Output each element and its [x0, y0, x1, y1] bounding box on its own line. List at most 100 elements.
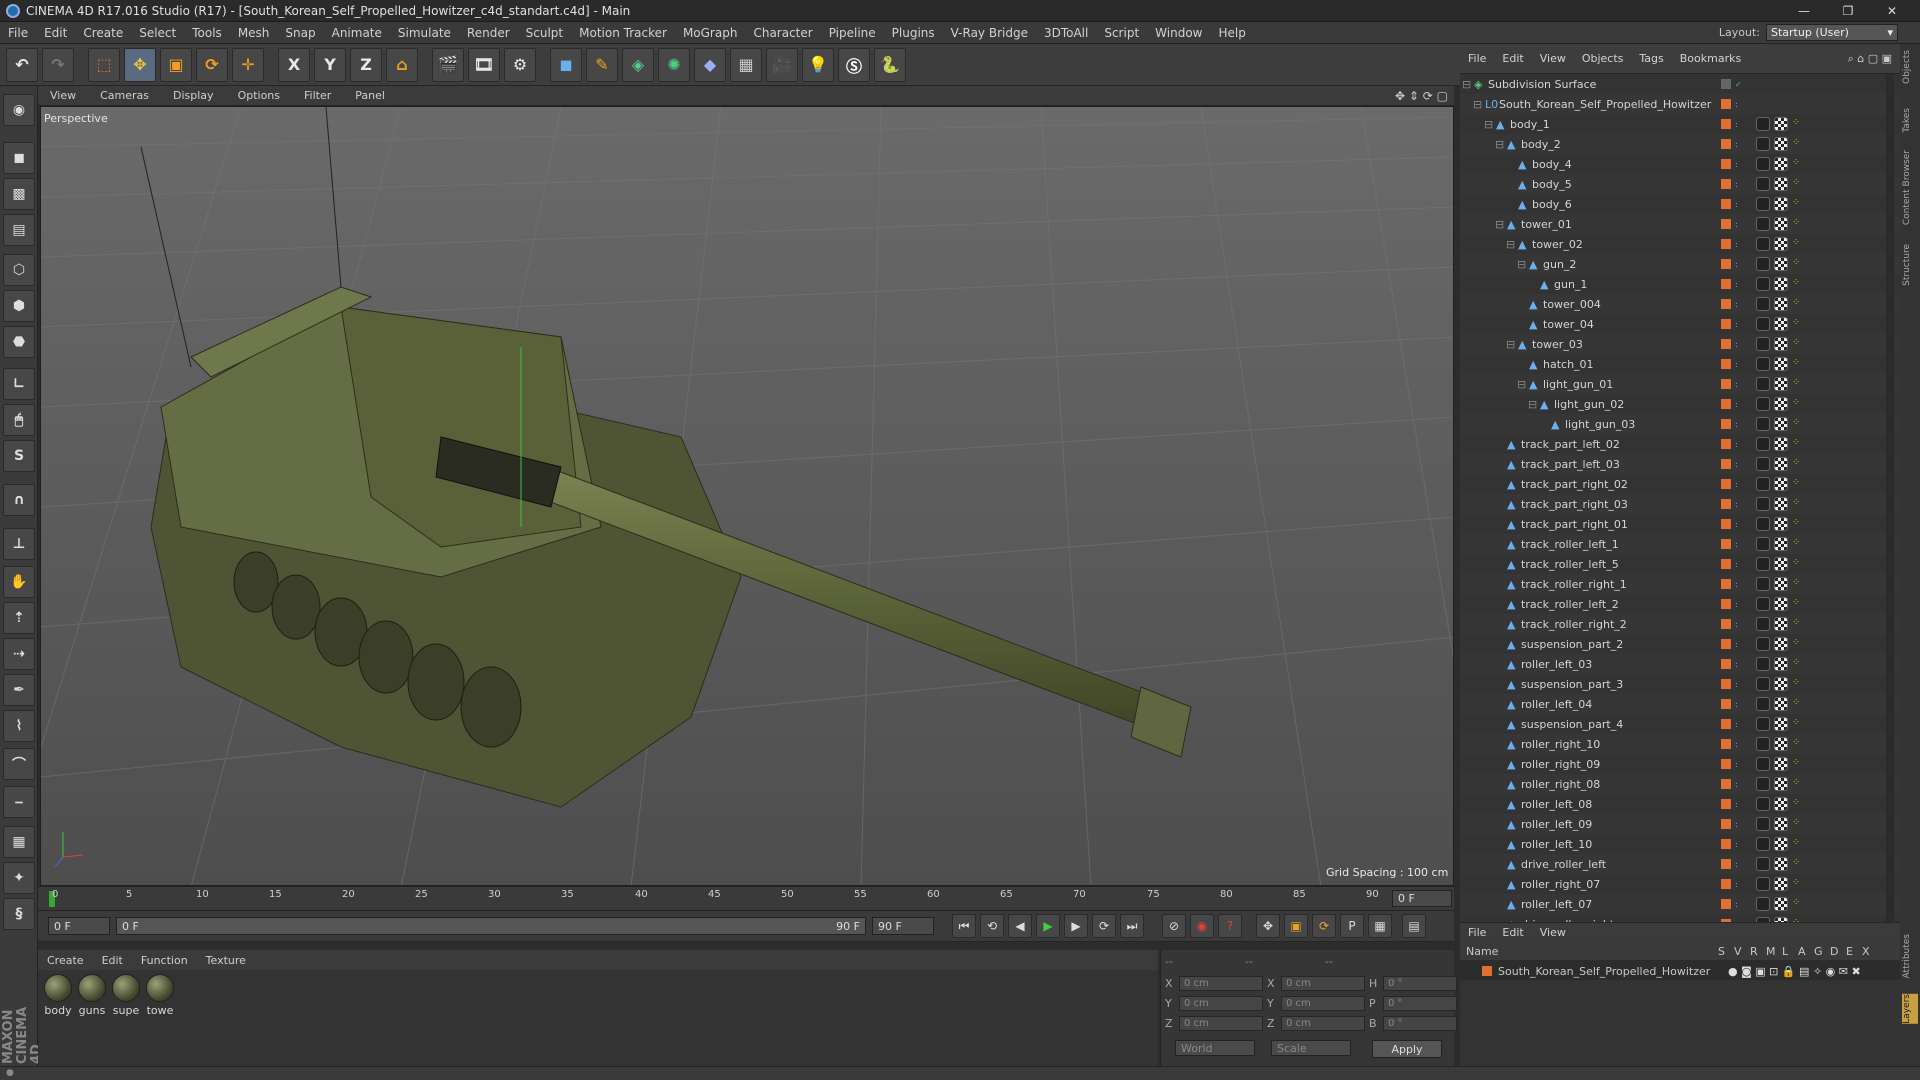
object-tree-row[interactable]: ▲ track_part_left_02: ⁘	[1460, 434, 1900, 454]
uvw-tag-icon[interactable]	[1774, 117, 1788, 131]
workplane-axis-icon[interactable]: ⊥	[3, 528, 35, 560]
uvw-tag-icon[interactable]	[1774, 817, 1788, 831]
object-tree-row[interactable]: ▲ drive_roller_left: ⁘	[1460, 854, 1900, 874]
layer-color-icon[interactable]	[1721, 659, 1731, 669]
object-tree-row[interactable]: ▲ roller_left_03: ⁘	[1460, 654, 1900, 674]
uvw-tag-icon[interactable]	[1774, 837, 1788, 851]
object-tree-row[interactable]: ▲ body_5: ⁘	[1460, 174, 1900, 194]
material-tag-icon[interactable]	[1756, 477, 1770, 491]
restore-button[interactable]: ❐	[1826, 0, 1870, 22]
camera-icon[interactable]: 🎥	[766, 47, 798, 82]
menu-script[interactable]: Script	[1096, 26, 1147, 40]
object-menu-file[interactable]: File	[1460, 52, 1494, 65]
material-tag-icon[interactable]	[1756, 157, 1770, 171]
layer-color-icon[interactable]	[1721, 419, 1731, 429]
layer-color-icon[interactable]	[1721, 319, 1731, 329]
object-tree-row[interactable]: ▲ track_roller_right_2: ⁘	[1460, 614, 1900, 634]
visibility-dots-icon[interactable]: :	[1735, 560, 1738, 569]
object-tree-row[interactable]: ▲ roller_left_07: ⁘	[1460, 894, 1900, 914]
layer-color-icon[interactable]	[1721, 559, 1731, 569]
close-button[interactable]: ✕	[1870, 0, 1914, 22]
selection-tag-icon[interactable]: ⁘	[1792, 377, 1806, 391]
visibility-dots-icon[interactable]: :	[1735, 540, 1738, 549]
material-tag-icon[interactable]	[1756, 677, 1770, 691]
pen-icon[interactable]: ✎	[586, 47, 618, 82]
move-alt-icon[interactable]: ✛	[232, 47, 264, 82]
visibility-dots-icon[interactable]: :	[1735, 180, 1738, 189]
sculpt-relax-icon[interactable]: ⇢	[3, 638, 35, 670]
object-name[interactable]: roller_left_04	[1521, 698, 1592, 711]
expand-toggle-icon[interactable]: ⊟	[1473, 98, 1482, 111]
object-name[interactable]: gun_1	[1554, 278, 1587, 291]
layer-color-icon[interactable]	[1721, 799, 1731, 809]
undo-icon[interactable]: ↶	[6, 47, 38, 82]
rotation-h-field[interactable]: 0 °	[1383, 975, 1457, 991]
object-name[interactable]: tower_004	[1543, 298, 1601, 311]
position-y-field[interactable]: 0 cm	[1179, 995, 1263, 1011]
menu-plugins[interactable]: Plugins	[884, 26, 943, 40]
selection-tag-icon[interactable]: ⁘	[1792, 597, 1806, 611]
uvw-tag-icon[interactable]	[1774, 177, 1788, 191]
uvw-tag-icon[interactable]	[1774, 877, 1788, 891]
make-editable-icon[interactable]: ◉	[3, 94, 35, 126]
render-picture-queue-icon[interactable]: 🎞	[468, 47, 500, 82]
layer-color-icon[interactable]	[1721, 819, 1731, 829]
material-tag-icon[interactable]	[1756, 577, 1770, 591]
material-menu-create[interactable]: Create	[38, 954, 93, 967]
prev-frame-icon[interactable]: ◀	[1008, 914, 1032, 938]
material-tag-icon[interactable]	[1756, 377, 1770, 391]
object-name[interactable]: roller_right_10	[1521, 738, 1600, 751]
object-tree-row[interactable]: ▲ track_roller_left_5: ⁘	[1460, 554, 1900, 574]
expand-toggle-icon[interactable]: ⊟	[1506, 338, 1515, 351]
autokey-icon[interactable]: ◉	[1190, 914, 1214, 938]
selection-tag-icon[interactable]: ⁘	[1792, 437, 1806, 451]
keyframe-selection-icon[interactable]: ?	[1218, 914, 1242, 938]
cube-icon[interactable]: ◼	[550, 47, 582, 82]
uvw-tag-icon[interactable]	[1774, 237, 1788, 251]
object-name[interactable]: suspension_part_4	[1521, 718, 1623, 731]
expand-toggle-icon[interactable]: ⊟	[1517, 258, 1526, 271]
selection-tag-icon[interactable]: ⁘	[1792, 217, 1806, 231]
viewport-nav-icons[interactable]: ✥ ⇕ ⟳ ▢	[1395, 89, 1448, 103]
layer-menu-view[interactable]: View	[1532, 926, 1574, 939]
object-tree-row[interactable]: ▲ tower_04: ⁘	[1460, 314, 1900, 334]
side-tab-structure[interactable]: Structure	[1902, 244, 1918, 286]
material-tag-icon[interactable]	[1756, 597, 1770, 611]
menu-window[interactable]: Window	[1147, 26, 1210, 40]
object-tree-row[interactable]: ▲ track_part_right_01: ⁘	[1460, 514, 1900, 534]
object-tree-row[interactable]: ▲ roller_left_08: ⁘	[1460, 794, 1900, 814]
layer-color-icon[interactable]	[1721, 279, 1731, 289]
object-name[interactable]: roller_left_09	[1521, 818, 1592, 831]
layer-color-icon[interactable]	[1721, 179, 1731, 189]
visibility-dots-icon[interactable]: :	[1735, 520, 1738, 529]
material-tag-icon[interactable]	[1756, 797, 1770, 811]
object-name[interactable]: track_roller_right_1	[1521, 578, 1627, 591]
object-tree-row[interactable]: ▲ roller_right_08: ⁘	[1460, 774, 1900, 794]
layer-color-icon[interactable]	[1721, 639, 1731, 649]
layer-color-icon[interactable]	[1721, 299, 1731, 309]
expand-toggle-icon[interactable]: ⊟	[1462, 78, 1471, 91]
uvw-tag-icon[interactable]	[1774, 417, 1788, 431]
visibility-dots-icon[interactable]: :	[1735, 160, 1738, 169]
menu-animate[interactable]: Animate	[324, 26, 390, 40]
layers-grid-icon[interactable]: ▦	[3, 826, 35, 858]
menu-help[interactable]: Help	[1210, 26, 1253, 40]
visibility-dots-icon[interactable]: :	[1735, 100, 1738, 109]
selection-tag-icon[interactable]: ⁘	[1792, 457, 1806, 471]
uvw-tag-icon[interactable]	[1774, 197, 1788, 211]
material-tag-icon[interactable]	[1756, 697, 1770, 711]
material-tag-icon[interactable]	[1756, 277, 1770, 291]
menu-sculpt[interactable]: Sculpt	[518, 26, 571, 40]
object-name[interactable]: hatch_01	[1543, 358, 1594, 371]
uvw-tag-icon[interactable]	[1774, 257, 1788, 271]
object-name[interactable]: roller_left_03	[1521, 658, 1592, 671]
go-to-end-icon[interactable]: ⏭	[1120, 914, 1144, 938]
uvw-tag-icon[interactable]	[1774, 737, 1788, 751]
object-name[interactable]: body_1	[1510, 118, 1550, 131]
deformer-icon[interactable]: ◆	[694, 47, 726, 82]
object-tree-row[interactable]: ▲ roller_right_07: ⁘	[1460, 874, 1900, 894]
selection-tag-icon[interactable]: ⁘	[1792, 797, 1806, 811]
object-name[interactable]: drive_roller_left	[1521, 858, 1606, 871]
visibility-dots-icon[interactable]: :	[1735, 480, 1738, 489]
viewport-menu-cameras[interactable]: Cameras	[88, 89, 161, 102]
